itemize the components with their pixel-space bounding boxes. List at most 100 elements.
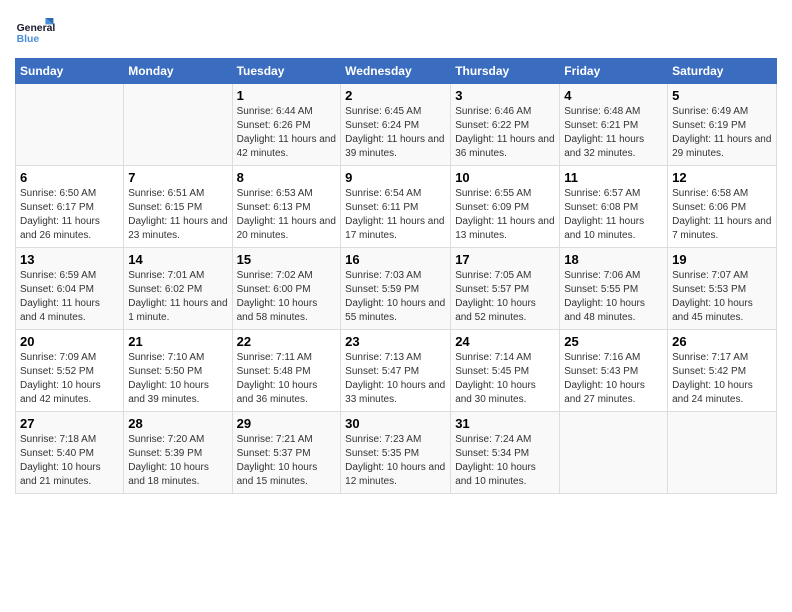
day-info: Sunrise: 7:02 AMSunset: 6:00 PMDaylight:… (237, 269, 337, 325)
day-number: 31 (455, 416, 555, 431)
day-info: Sunrise: 6:44 AMSunset: 6:26 PMDaylight:… (237, 105, 337, 161)
svg-text:Blue: Blue (17, 34, 40, 45)
calendar-body: 1 Sunrise: 6:44 AMSunset: 6:26 PMDaylight… (16, 84, 777, 494)
calendar-cell: 26 Sunrise: 7:17 AMSunset: 5:42 PMDayligh… (668, 330, 777, 412)
day-info: Sunrise: 7:05 AMSunset: 5:57 PMDaylight:… (455, 269, 555, 325)
day-info: Sunrise: 6:59 AMSunset: 6:04 PMDaylight:… (20, 269, 119, 325)
day-number: 17 (455, 252, 555, 267)
calendar-cell: 29 Sunrise: 7:21 AMSunset: 5:37 PMDayligh… (232, 412, 341, 494)
day-number: 6 (20, 170, 119, 185)
calendar-cell: 18 Sunrise: 7:06 AMSunset: 5:55 PMDayligh… (560, 248, 668, 330)
calendar-cell: 2 Sunrise: 6:45 AMSunset: 6:24 PMDaylight… (341, 84, 451, 166)
calendar-cell: 14 Sunrise: 7:01 AMSunset: 6:02 PMDayligh… (124, 248, 232, 330)
day-number: 29 (237, 416, 337, 431)
day-info: Sunrise: 6:55 AMSunset: 6:09 PMDaylight:… (455, 187, 555, 243)
day-number: 30 (345, 416, 446, 431)
day-number: 23 (345, 334, 446, 349)
day-info: Sunrise: 7:03 AMSunset: 5:59 PMDaylight:… (345, 269, 446, 325)
day-number: 21 (128, 334, 227, 349)
calendar-cell: 19 Sunrise: 7:07 AMSunset: 5:53 PMDayligh… (668, 248, 777, 330)
day-number: 22 (237, 334, 337, 349)
day-info: Sunrise: 7:01 AMSunset: 6:02 PMDaylight:… (128, 269, 227, 325)
calendar-cell: 24 Sunrise: 7:14 AMSunset: 5:45 PMDayligh… (451, 330, 560, 412)
day-number: 11 (564, 170, 663, 185)
page-container: General Blue SundayMondayTuesdayWednesda… (0, 0, 792, 504)
day-info: Sunrise: 7:20 AMSunset: 5:39 PMDaylight:… (128, 433, 227, 489)
weekday-header: Thursday (451, 59, 560, 84)
calendar-cell: 6 Sunrise: 6:50 AMSunset: 6:17 PMDaylight… (16, 166, 124, 248)
day-number: 28 (128, 416, 227, 431)
calendar-cell: 27Sunrise: 7:18 AMSunset: 5:40 PMDayligh… (16, 412, 124, 494)
weekday-header: Wednesday (341, 59, 451, 84)
calendar-cell: 22 Sunrise: 7:11 AMSunset: 5:48 PMDayligh… (232, 330, 341, 412)
calendar-cell (668, 412, 777, 494)
day-info: Sunrise: 6:57 AMSunset: 6:08 PMDaylight:… (564, 187, 663, 243)
header: General Blue (15, 10, 777, 50)
calendar-cell: 20Sunrise: 7:09 AMSunset: 5:52 PMDayligh… (16, 330, 124, 412)
calendar-cell: 15Sunrise: 7:02 AMSunset: 6:00 PMDayligh… (232, 248, 341, 330)
calendar-cell: 23Sunrise: 7:13 AMSunset: 5:47 PMDayligh… (341, 330, 451, 412)
day-info: Sunrise: 6:45 AMSunset: 6:24 PMDaylight:… (345, 105, 446, 161)
calendar-cell: 7 Sunrise: 6:51 AMSunset: 6:15 PMDaylight… (124, 166, 232, 248)
calendar-cell: 13 Sunrise: 6:59 AMSunset: 6:04 PMDayligh… (16, 248, 124, 330)
day-info: Sunrise: 7:10 AMSunset: 5:50 PMDaylight:… (128, 351, 227, 407)
calendar-week-row: 13 Sunrise: 6:59 AMSunset: 6:04 PMDayligh… (16, 248, 777, 330)
calendar-cell: 11 Sunrise: 6:57 AMSunset: 6:08 PMDayligh… (560, 166, 668, 248)
calendar-table: SundayMondayTuesdayWednesdayThursdayFrid… (15, 58, 777, 494)
calendar-cell: 12Sunrise: 6:58 AMSunset: 6:06 PMDayligh… (668, 166, 777, 248)
calendar-week-row: 6 Sunrise: 6:50 AMSunset: 6:17 PMDaylight… (16, 166, 777, 248)
day-number: 3 (455, 88, 555, 103)
day-number: 7 (128, 170, 227, 185)
day-number: 24 (455, 334, 555, 349)
day-info: Sunrise: 6:48 AMSunset: 6:21 PMDaylight:… (564, 105, 663, 161)
day-info: Sunrise: 6:53 AMSunset: 6:13 PMDaylight:… (237, 187, 337, 243)
weekday-header: Tuesday (232, 59, 341, 84)
weekday-header: Monday (124, 59, 232, 84)
day-number: 18 (564, 252, 663, 267)
weekday-header: Sunday (16, 59, 124, 84)
day-info: Sunrise: 6:51 AMSunset: 6:15 PMDaylight:… (128, 187, 227, 243)
day-info: Sunrise: 7:17 AMSunset: 5:42 PMDaylight:… (672, 351, 772, 407)
calendar-cell: 28 Sunrise: 7:20 AMSunset: 5:39 PMDayligh… (124, 412, 232, 494)
calendar-cell: 9Sunrise: 6:54 AMSunset: 6:11 PMDaylight… (341, 166, 451, 248)
calendar-cell: 17 Sunrise: 7:05 AMSunset: 5:57 PMDayligh… (451, 248, 560, 330)
calendar-cell: 4 Sunrise: 6:48 AMSunset: 6:21 PMDaylight… (560, 84, 668, 166)
day-number: 8 (237, 170, 337, 185)
weekday-header: Saturday (668, 59, 777, 84)
day-number: 16 (345, 252, 446, 267)
day-info: Sunrise: 7:11 AMSunset: 5:48 PMDaylight:… (237, 351, 337, 407)
calendar-week-row: 20Sunrise: 7:09 AMSunset: 5:52 PMDayligh… (16, 330, 777, 412)
day-number: 14 (128, 252, 227, 267)
day-info: Sunrise: 7:06 AMSunset: 5:55 PMDaylight:… (564, 269, 663, 325)
day-number: 2 (345, 88, 446, 103)
day-info: Sunrise: 7:07 AMSunset: 5:53 PMDaylight:… (672, 269, 772, 325)
logo: General Blue (15, 10, 55, 50)
day-number: 5 (672, 88, 772, 103)
day-info: Sunrise: 7:14 AMSunset: 5:45 PMDaylight:… (455, 351, 555, 407)
day-number: 1 (237, 88, 337, 103)
calendar-cell: 1 Sunrise: 6:44 AMSunset: 6:26 PMDaylight… (232, 84, 341, 166)
calendar-week-row: 1 Sunrise: 6:44 AMSunset: 6:26 PMDaylight… (16, 84, 777, 166)
day-info: Sunrise: 6:58 AMSunset: 6:06 PMDaylight:… (672, 187, 772, 243)
day-info: Sunrise: 7:18 AMSunset: 5:40 PMDaylight:… (20, 433, 119, 489)
day-info: Sunrise: 6:49 AMSunset: 6:19 PMDaylight:… (672, 105, 772, 161)
calendar-cell: 5 Sunrise: 6:49 AMSunset: 6:19 PMDaylight… (668, 84, 777, 166)
calendar-cell: 3 Sunrise: 6:46 AMSunset: 6:22 PMDaylight… (451, 84, 560, 166)
calendar-cell: 21 Sunrise: 7:10 AMSunset: 5:50 PMDayligh… (124, 330, 232, 412)
day-info: Sunrise: 6:50 AMSunset: 6:17 PMDaylight:… (20, 187, 119, 243)
day-number: 4 (564, 88, 663, 103)
day-info: Sunrise: 7:09 AMSunset: 5:52 PMDaylight:… (20, 351, 119, 407)
day-info: Sunrise: 7:21 AMSunset: 5:37 PMDaylight:… (237, 433, 337, 489)
day-number: 9 (345, 170, 446, 185)
day-info: Sunrise: 6:46 AMSunset: 6:22 PMDaylight:… (455, 105, 555, 161)
calendar-cell: 8 Sunrise: 6:53 AMSunset: 6:13 PMDaylight… (232, 166, 341, 248)
day-number: 13 (20, 252, 119, 267)
calendar-cell: 30 Sunrise: 7:23 AMSunset: 5:35 PMDayligh… (341, 412, 451, 494)
calendar-cell (16, 84, 124, 166)
calendar-cell: 25Sunrise: 7:16 AMSunset: 5:43 PMDayligh… (560, 330, 668, 412)
day-number: 26 (672, 334, 772, 349)
day-number: 19 (672, 252, 772, 267)
calendar-cell (560, 412, 668, 494)
day-info: Sunrise: 7:23 AMSunset: 5:35 PMDaylight:… (345, 433, 446, 489)
calendar-cell: 10Sunrise: 6:55 AMSunset: 6:09 PMDayligh… (451, 166, 560, 248)
